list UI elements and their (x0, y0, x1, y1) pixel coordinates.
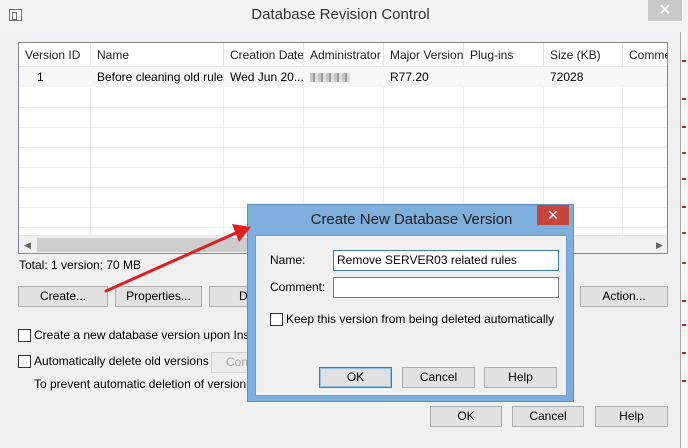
redacted-administrator (310, 73, 350, 82)
column-major-version[interactable]: Major Version (384, 43, 464, 66)
cancel-button[interactable]: Cancel (512, 406, 584, 427)
grid-line (622, 87, 623, 235)
total-summary: Total: 1 version; 70 MB (19, 258, 142, 272)
background-app-strip (680, 0, 688, 448)
dialog-body: Name: Remove SERVER03 related rules Comm… (255, 235, 567, 396)
grid-line (19, 147, 667, 148)
create-on-install-checkbox[interactable] (18, 329, 31, 342)
create-button[interactable]: Create... (18, 286, 108, 307)
column-version-id[interactable]: Version ID (19, 43, 91, 66)
cell-plugins (464, 67, 544, 87)
comment-field[interactable] (333, 277, 559, 298)
scroll-right-arrow-icon[interactable]: ▶ (651, 236, 667, 253)
column-plugins[interactable]: Plug-ins (464, 43, 544, 66)
grid-line (223, 87, 224, 235)
scroll-left-arrow-icon[interactable]: ◀ (19, 236, 36, 253)
properties-button[interactable]: Properties... (115, 286, 202, 307)
window-close-button[interactable]: ✕ (648, 0, 682, 21)
action-button[interactable]: Action... (580, 286, 668, 307)
help-button[interactable]: Help (595, 406, 668, 427)
create-on-install-label: Create a new database version upon Insta… (34, 328, 277, 342)
dialog-close-button[interactable]: ✕ (537, 205, 569, 225)
grid-line (19, 107, 667, 108)
cell-comment (623, 67, 667, 87)
table-row[interactable]: 1 Before cleaning old rules Wed Jun 20..… (19, 67, 667, 87)
cell-major-version: R77.20 (390, 70, 429, 84)
grid-line (19, 187, 667, 188)
cell-name: Before cleaning old rules (97, 70, 224, 84)
auto-delete-label: Automatically delete old versions (34, 354, 209, 368)
comment-label: Comment: (270, 280, 326, 294)
column-creation-date[interactable]: Creation Date (224, 43, 304, 66)
title-bar: Database Revision Control ✕ (0, 0, 682, 32)
prevent-deletion-text: To prevent automatic deletion of version… (34, 377, 275, 391)
auto-delete-checkbox[interactable] (18, 355, 31, 368)
grid-line (19, 167, 667, 168)
dialog-cancel-button[interactable]: Cancel (402, 367, 475, 388)
column-name[interactable]: Name (91, 43, 224, 66)
window-title: Database Revision Control (251, 6, 430, 23)
configure-button[interactable]: Con (211, 352, 251, 373)
cell-size: 72028 (550, 70, 584, 84)
dialog-title: Create New Database Version (310, 211, 513, 228)
name-field[interactable]: Remove SERVER03 related rules (333, 250, 559, 271)
list-header: Version ID Name Creation Date Administra… (19, 43, 667, 67)
grid-line (90, 87, 91, 235)
create-new-version-dialog: Create New Database Version ✕ Name: Remo… (247, 204, 574, 402)
keep-version-checkbox[interactable] (270, 313, 283, 326)
delete-button[interactable]: D (209, 286, 249, 307)
cell-version-id: 1 (37, 70, 44, 84)
cell-creation-date: Wed Jun 20... (230, 70, 304, 84)
column-size[interactable]: Size (KB) (544, 43, 623, 66)
dialog-help-button[interactable]: Help (484, 367, 557, 388)
column-comment[interactable]: Commen (623, 43, 667, 66)
grid-line (19, 127, 667, 128)
cell-administrator (304, 67, 384, 87)
scrollbar-thumb[interactable] (37, 238, 267, 252)
column-administrator[interactable]: Administrator (304, 43, 384, 66)
dialog-ok-button[interactable]: OK (319, 367, 392, 388)
name-label: Name: (270, 253, 306, 267)
keep-version-label: Keep this version from being deleted aut… (286, 312, 555, 326)
ok-button[interactable]: OK (430, 406, 502, 427)
